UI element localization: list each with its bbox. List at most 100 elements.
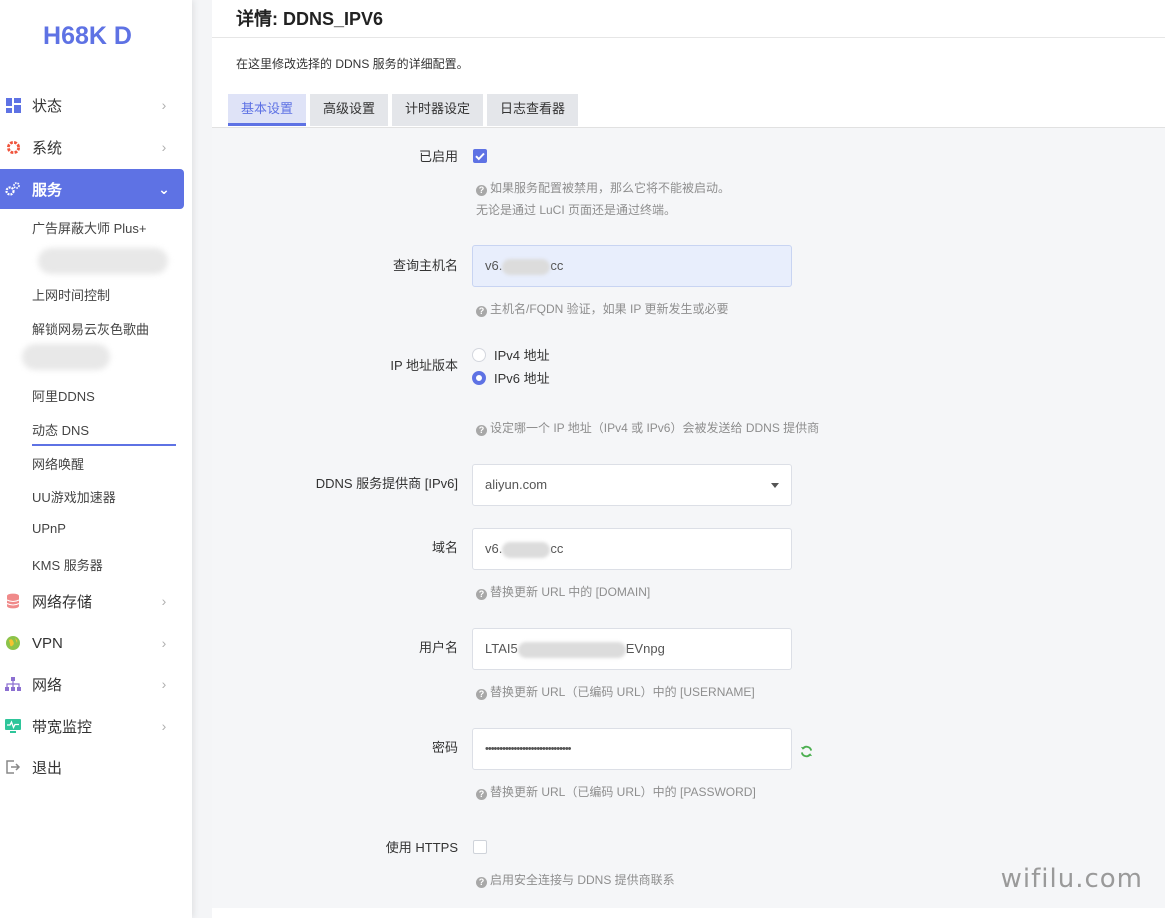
radio-button[interactable] <box>472 347 486 362</box>
menu-label: 网络 <box>32 676 63 694</box>
input-value-suffix: EVnpg <box>625 641 665 656</box>
menu-label: 系统 <box>32 139 63 157</box>
divider <box>212 37 1165 38</box>
dashboard-icon <box>5 97 21 113</box>
password-value: •••••••••••••••••••••••••••••• <box>485 743 572 755</box>
radio-button[interactable] <box>472 370 486 385</box>
submenu-item-time-control[interactable]: 上网时间控制 <box>32 285 110 304</box>
help-icon: ? <box>476 877 487 888</box>
username-input[interactable]: LTAI5 EVnpg <box>472 628 792 670</box>
submenu-item-ddns[interactable]: 动态 DNS <box>32 420 176 446</box>
page-title: 详情: DDNS_IPV6 <box>236 9 384 29</box>
chevron-right-icon: › <box>161 139 167 155</box>
submenu-item-unblock-music[interactable]: 解锁网易云灰色歌曲 <box>32 319 149 338</box>
enabled-hint: ? 如果服务配置被禁用，那么它将不能被启动。 <box>476 177 730 199</box>
help-icon: ? <box>476 789 487 800</box>
menu-label: 带宽监控 <box>32 718 93 736</box>
lookup-host-input[interactable]: v6. cc <box>472 245 792 287</box>
provider-label: DDNS 服务提供商 [IPv6] <box>315 476 458 491</box>
reveal-password-icon[interactable] <box>800 745 813 763</box>
hint-text: 启用安全连接与 DDNS 提供商联系 <box>490 873 675 887</box>
redacted-item <box>38 248 168 274</box>
radio-label: IPv6 地址 <box>494 371 550 386</box>
menu-item-logout[interactable]: 退出 <box>0 747 184 787</box>
chevron-right-icon: › <box>161 635 167 651</box>
menu-item-bandwidth[interactable]: 带宽监控 › <box>0 706 184 746</box>
menu-item-network[interactable]: 网络 › <box>0 664 184 704</box>
domain-input[interactable]: v6. cc <box>472 528 792 570</box>
chevron-right-icon: › <box>161 718 167 734</box>
globe-icon <box>5 635 21 651</box>
chevron-right-icon: › <box>161 593 167 609</box>
main-panel: 详情: DDNS_IPV6 在这里修改选择的 DDNS 服务的详细配置。 基本设… <box>212 0 1165 918</box>
enabled-hint-2: 无论是通过 LuCI 页面还是通过终端。 <box>476 203 677 217</box>
domain-hint: ? 替换更新 URL 中的 [DOMAIN] <box>476 581 650 603</box>
use-https-label: 使用 HTTPS <box>385 840 458 855</box>
submenu-item-uu[interactable]: UU游戏加速器 <box>32 487 116 506</box>
submenu-item-kms[interactable]: KMS 服务器 <box>32 555 103 574</box>
menu-label: 退出 <box>32 759 63 777</box>
menu-item-system[interactable]: 系统 › <box>0 127 184 167</box>
menu-label: 网络存储 <box>32 593 93 611</box>
submenu-item-adbyby[interactable]: 广告屏蔽大师 Plus+ <box>32 218 147 237</box>
page-description: 在这里修改选择的 DDNS 服务的详细配置。 <box>236 57 469 71</box>
help-icon: ? <box>476 306 487 317</box>
chevron-right-icon: › <box>161 676 167 692</box>
menu-label: 服务 <box>32 181 63 199</box>
password-input[interactable]: •••••••••••••••••••••••••••••• <box>472 728 792 770</box>
menu-item-nas[interactable]: 网络存储 › <box>0 581 184 621</box>
lookup-host-label: 查询主机名 <box>392 258 458 273</box>
input-value-suffix: cc <box>550 541 564 556</box>
tab-timer[interactable]: 计时器设定 <box>392 94 484 126</box>
username-hint: ? 替换更新 URL（已编码 URL）中的 [USERNAME] <box>476 681 755 703</box>
input-value-prefix: LTAI5 <box>485 641 518 656</box>
password-hint: ? 替换更新 URL（已编码 URL）中的 [PASSWORD] <box>476 781 756 803</box>
submenu-item-aliddns[interactable]: 阿里DDNS <box>32 386 95 405</box>
menu-item-status[interactable]: 状态 › <box>0 85 184 125</box>
redacted-text <box>517 641 626 658</box>
submenu-item-wol[interactable]: 网络唤醒 <box>32 454 84 473</box>
hint-text: 如果服务配置被禁用，那么它将不能被启动。 <box>490 181 731 195</box>
help-icon: ? <box>476 425 487 436</box>
input-value-suffix: cc <box>550 258 564 273</box>
hint-text: 主机名/FQDN 验证，如果 IP 更新发生或必要 <box>490 302 729 316</box>
submenu-item-upnp[interactable]: UPnP <box>32 521 66 536</box>
radio-label: IPv4 地址 <box>494 348 550 363</box>
password-label: 密码 <box>431 740 458 755</box>
tab-advanced[interactable]: 高级设置 <box>310 94 389 126</box>
hint-text: 设定哪一个 IP 地址（IPv4 或 IPv6）会被发送给 DDNS 提供商 <box>490 421 820 435</box>
hint-text: 替换更新 URL（已编码 URL）中的 [PASSWORD] <box>490 785 756 799</box>
gear-icon <box>5 139 21 155</box>
provider-select[interactable]: aliyun.com <box>472 464 792 506</box>
domain-label: 域名 <box>431 540 458 555</box>
use-https-hint: ? 启用安全连接与 DDNS 提供商联系 <box>476 869 675 891</box>
ip-version-label: IP 地址版本 <box>390 358 458 373</box>
radio-ipv6[interactable]: IPv6 地址 <box>472 368 550 387</box>
tab-basic[interactable]: 基本设置 <box>228 94 307 126</box>
use-https-checkbox[interactable] <box>473 840 487 854</box>
enabled-checkbox[interactable] <box>473 149 487 163</box>
gears-icon <box>5 181 21 197</box>
brand-logo[interactable]: H68K D <box>0 22 175 51</box>
input-value-prefix: v6. <box>485 541 503 556</box>
help-icon: ? <box>476 185 487 196</box>
database-icon <box>5 593 21 609</box>
radio-ipv4[interactable]: IPv4 地址 <box>472 345 550 364</box>
hint-text: 替换更新 URL（已编码 URL）中的 [USERNAME] <box>490 685 755 699</box>
hint-text: 替换更新 URL 中的 [DOMAIN] <box>490 585 651 599</box>
tab-log-viewer[interactable]: 日志查看器 <box>487 94 579 126</box>
input-value-prefix: v6. <box>485 258 503 273</box>
monitor-icon <box>5 718 21 734</box>
menu-item-services[interactable]: 服务 ⌄ <box>0 169 184 209</box>
sitemap-icon <box>5 676 21 692</box>
menu-label: VPN <box>32 634 63 652</box>
ip-version-hint: ? 设定哪一个 IP 地址（IPv4 或 IPv6）会被发送给 DDNS 提供商 <box>476 417 819 439</box>
enabled-label: 已启用 <box>418 149 458 164</box>
chevron-right-icon: › <box>161 97 167 113</box>
redacted-item <box>22 344 110 370</box>
lookup-host-hint: ? 主机名/FQDN 验证，如果 IP 更新发生或必要 <box>476 298 728 320</box>
select-value: aliyun.com <box>485 477 548 492</box>
redacted-text <box>502 258 551 275</box>
menu-item-vpn[interactable]: VPN › <box>0 623 184 663</box>
tab-bar: 基本设置 高级设置 计时器设定 日志查看器 <box>228 94 582 126</box>
